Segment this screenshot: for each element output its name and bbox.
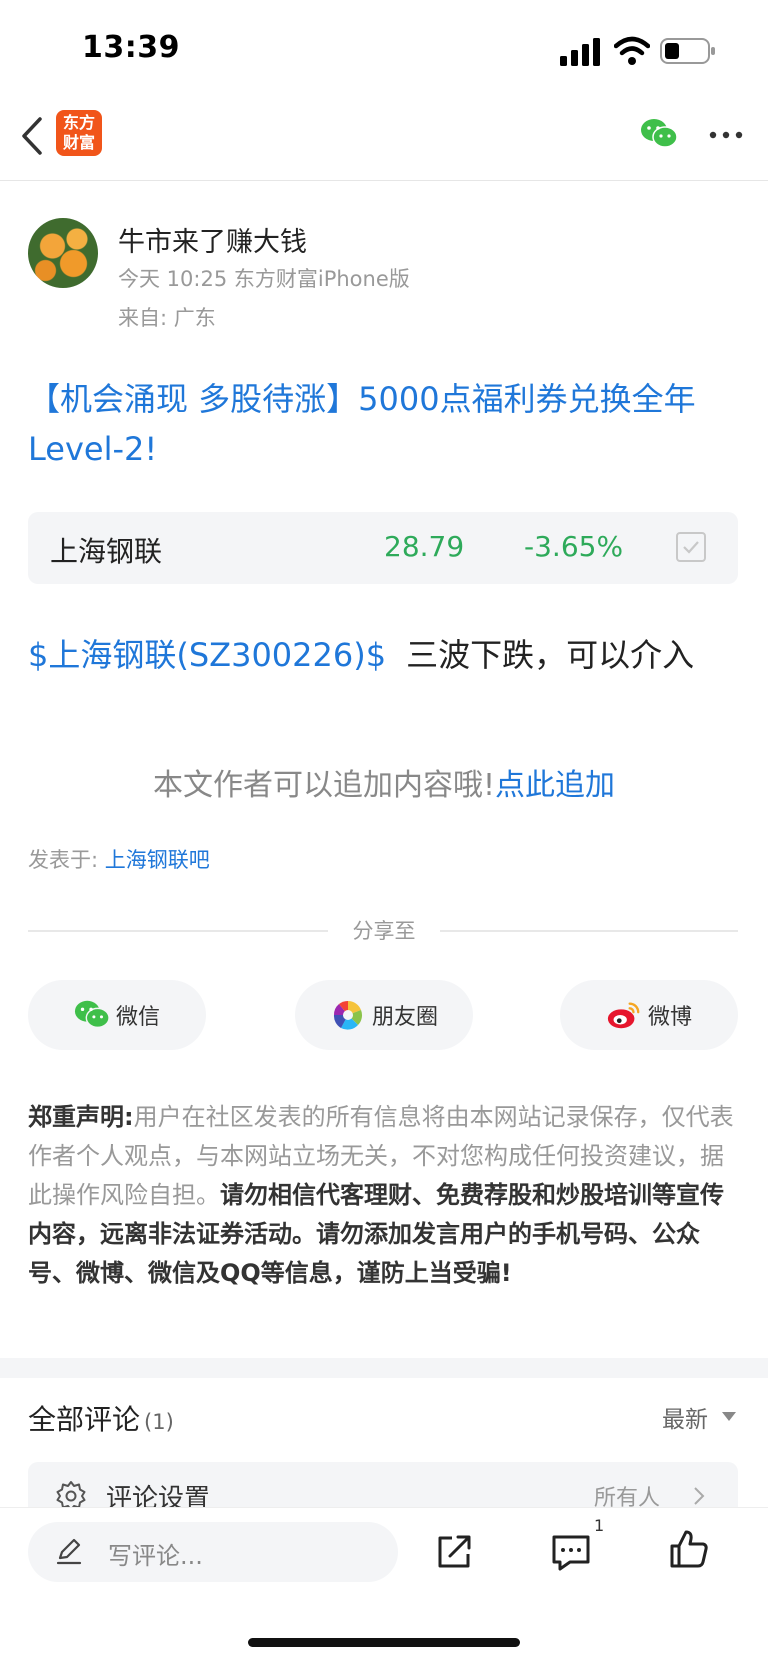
- battery-icon: [660, 38, 715, 64]
- posted-in-label: 发表于:: [28, 848, 99, 872]
- share-moments-label: 朋友圈: [371, 1005, 438, 1030]
- cellular-signal-icon: [560, 38, 600, 66]
- gear-icon: [56, 1481, 86, 1510]
- stock-tag-link[interactable]: $上海钢联(SZ300226)$: [28, 636, 386, 674]
- post-meta: 今天 10:25 东方财富iPhone版: [118, 267, 410, 291]
- comment-icon[interactable]: [550, 1532, 592, 1572]
- share-moments-button[interactable]: 朋友圈: [295, 980, 473, 1050]
- post-body: $上海钢联(SZ300226)$ 三波下跌，可以介入: [28, 630, 694, 676]
- share-divider-right: [440, 930, 738, 932]
- pen-icon: [56, 1538, 82, 1565]
- watchlist-checkbox[interactable]: [676, 532, 706, 562]
- share-weibo-label: 微博: [647, 1005, 692, 1030]
- app-logo[interactable]: 东方 财富: [56, 110, 102, 156]
- home-indicator: [248, 1638, 520, 1647]
- moments-icon: [333, 1000, 362, 1030]
- share-weibo-button[interactable]: 微博: [560, 980, 738, 1050]
- back-arrow-icon[interactable]: [18, 115, 48, 157]
- post-title-link[interactable]: 【机会涌现 多股待涨】5000点福利券兑换全年Level-2!: [28, 374, 740, 474]
- share-icon[interactable]: [434, 1532, 474, 1572]
- wechat-share-icon[interactable]: [640, 118, 678, 150]
- disclaimer: 郑重声明:用户在社区发表的所有信息将由本网站记录保存，仅代表作者个人观点，与本网…: [28, 1098, 740, 1293]
- comments-heading: 全部评论 (1): [28, 1398, 174, 1438]
- disclaimer-title: 郑重声明:: [28, 1103, 134, 1131]
- header-divider: [0, 180, 768, 181]
- stock-bar-link[interactable]: 上海钢联吧: [105, 848, 210, 872]
- comments-title: 全部评论: [28, 1403, 141, 1436]
- append-link[interactable]: 点此追加: [495, 768, 615, 803]
- status-time: 13:39: [82, 30, 180, 65]
- more-options-icon[interactable]: [708, 128, 744, 142]
- share-wechat-button[interactable]: 微信: [28, 980, 206, 1050]
- author-name[interactable]: 牛市来了赚大钱: [118, 220, 307, 259]
- check-icon: [683, 541, 699, 554]
- comment-count-badge: 1: [594, 1516, 605, 1535]
- stock-change: -3.65%: [524, 530, 624, 563]
- section-separator: [0, 1358, 768, 1378]
- wechat-icon: [74, 1000, 110, 1029]
- comment-placeholder: 写评论...: [108, 1542, 203, 1570]
- post-body-text: 三波下跌，可以介入: [406, 636, 695, 674]
- caret-down-icon[interactable]: [722, 1412, 736, 1421]
- append-tip: 本文作者可以追加内容哦!点此追加: [0, 760, 768, 804]
- wifi-icon: [614, 36, 650, 65]
- logo-text-line2: 财富: [62, 133, 95, 152]
- posted-in: 发表于: 上海钢联吧: [28, 844, 210, 874]
- stock-name: 上海钢联: [50, 535, 163, 568]
- author-avatar[interactable]: [28, 218, 98, 288]
- stock-price: 28.79: [384, 530, 465, 563]
- weibo-icon: [607, 1002, 640, 1029]
- sort-dropdown[interactable]: 最新: [662, 1400, 708, 1434]
- chevron-right-icon: [694, 1487, 705, 1505]
- logo-text-line1: 东方: [62, 113, 95, 132]
- comments-count: (1): [144, 1410, 174, 1434]
- post-location: 来自: 广东: [118, 306, 216, 330]
- thumbs-up-icon[interactable]: [668, 1528, 710, 1570]
- share-wechat-label: 微信: [115, 1005, 160, 1030]
- append-tip-text: 本文作者可以追加内容哦!: [152, 768, 496, 803]
